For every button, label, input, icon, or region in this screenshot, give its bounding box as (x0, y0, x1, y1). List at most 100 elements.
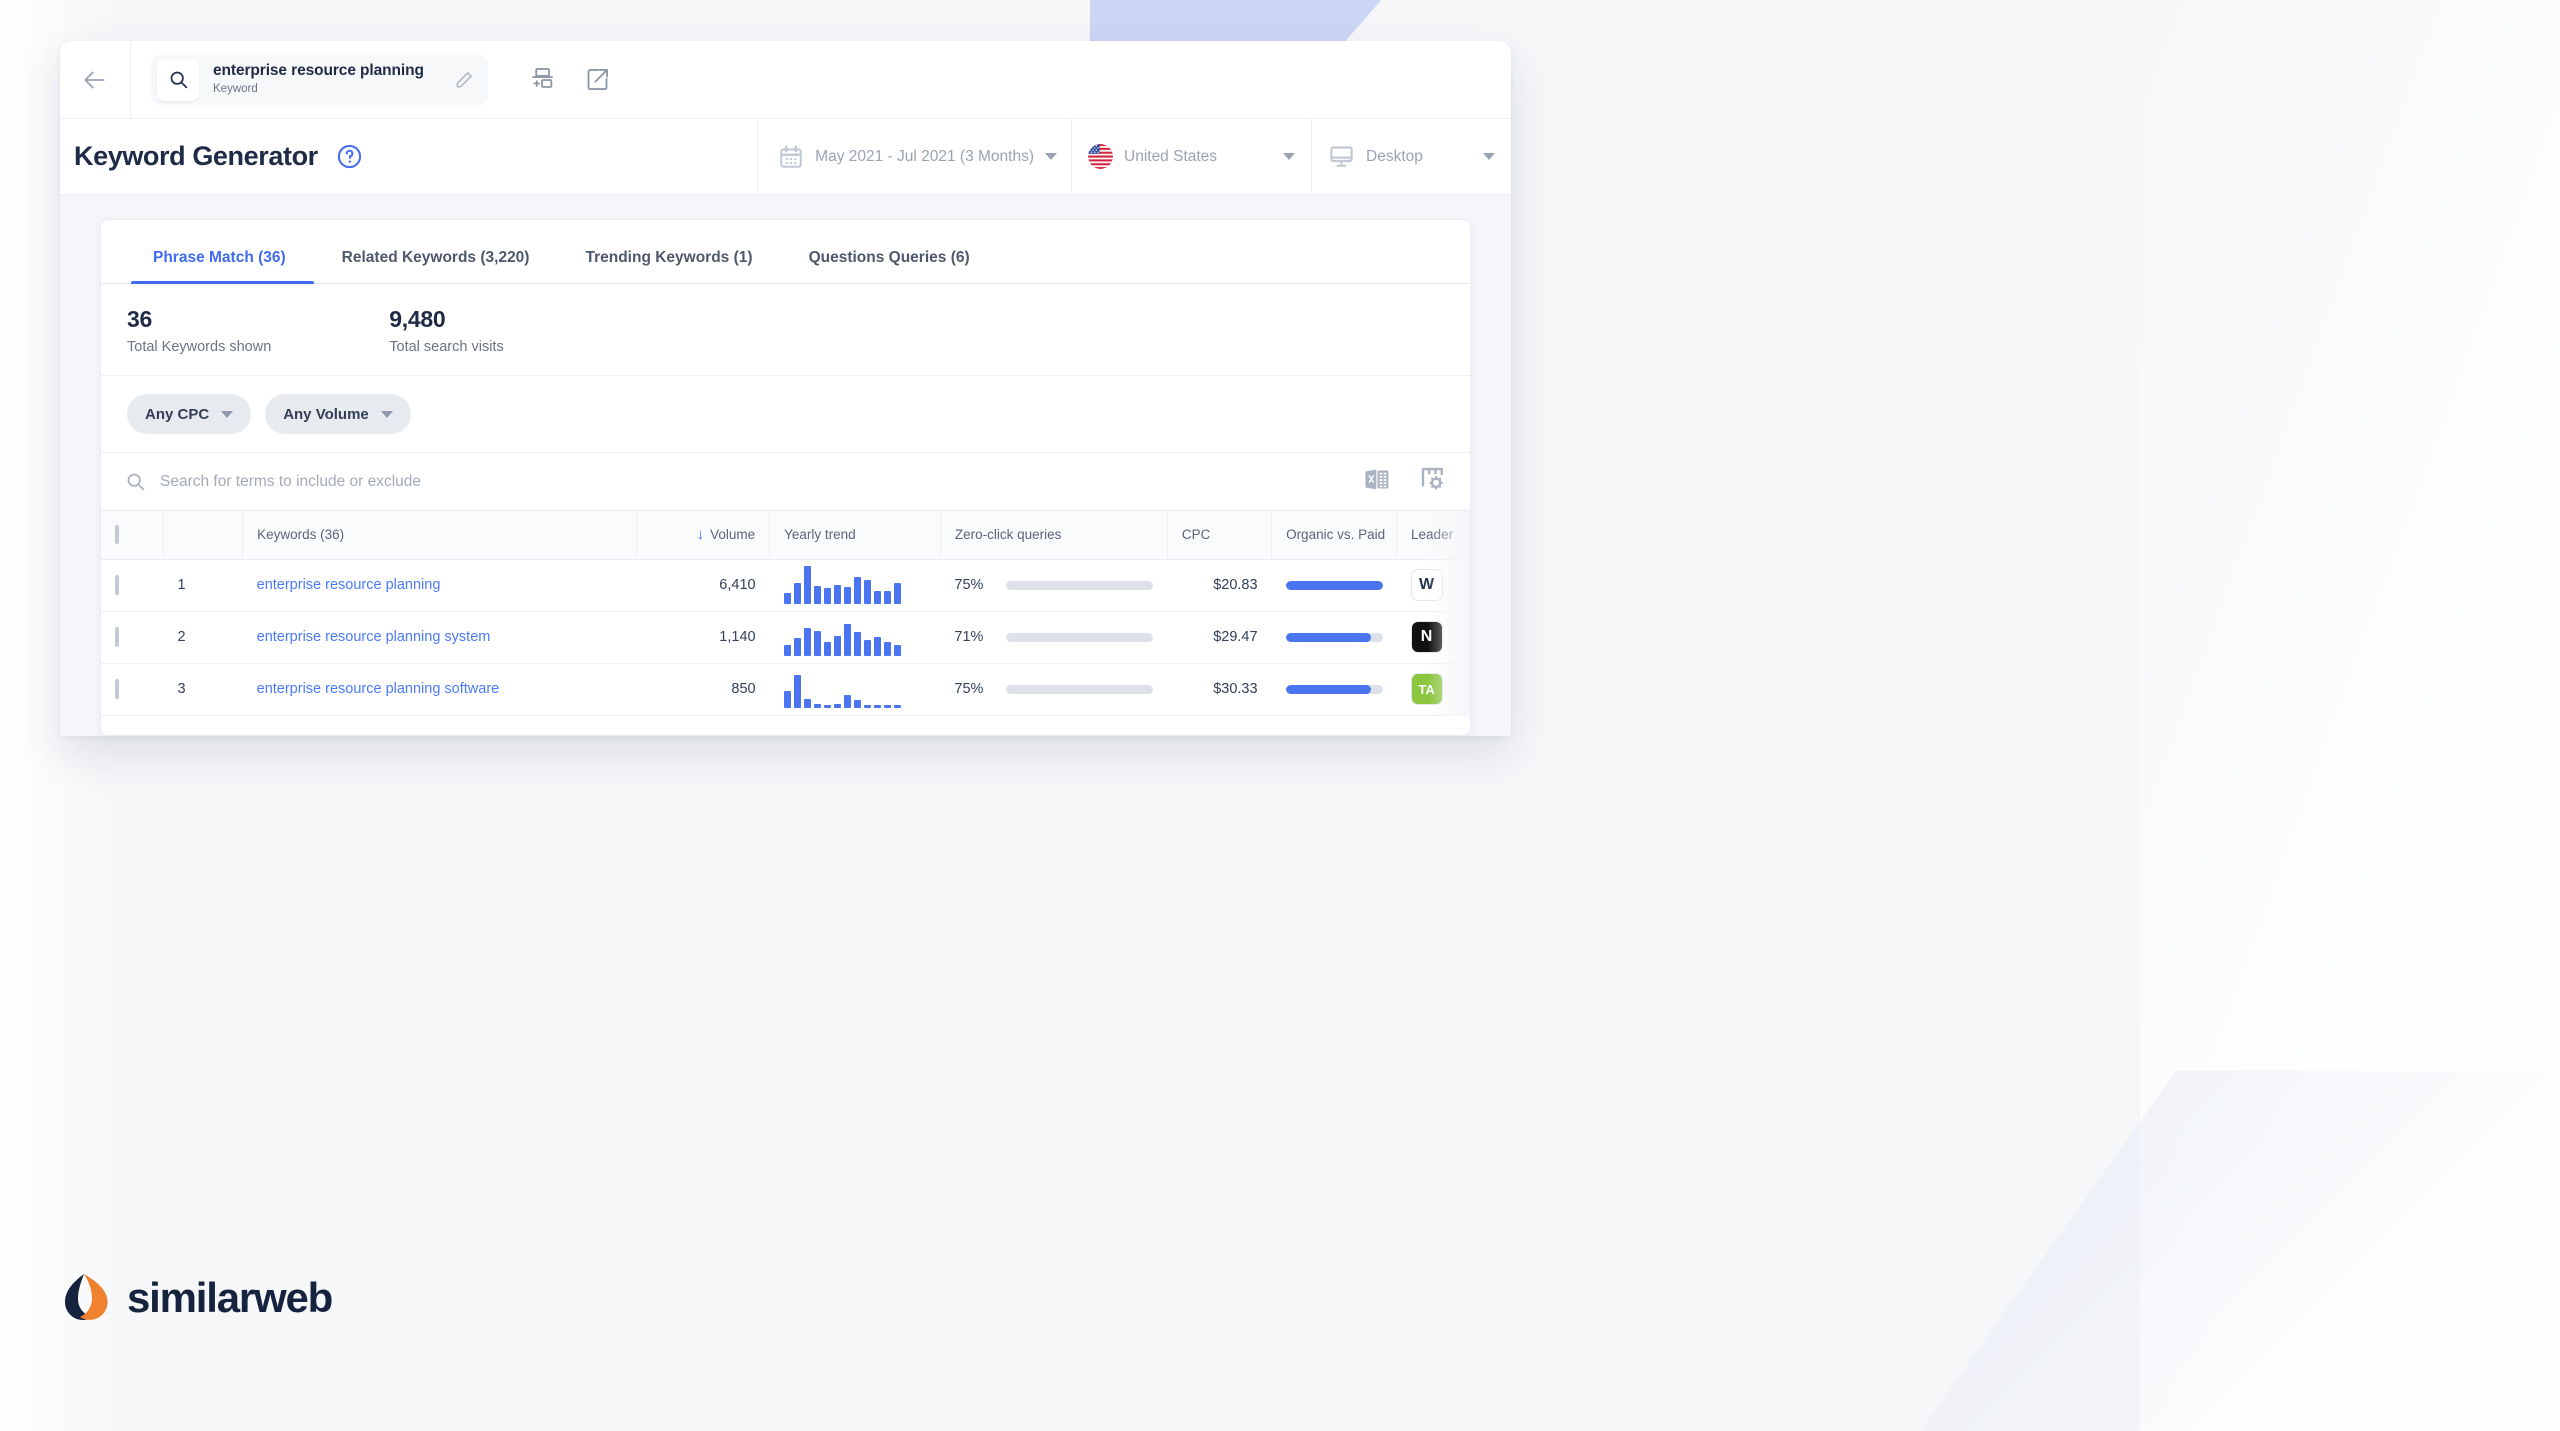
row-trend-cell (769, 559, 941, 612)
row-trend-cell (769, 611, 941, 664)
open-external-button[interactable] (584, 66, 611, 93)
yearly-trend-sparkline (783, 566, 927, 604)
add-to-compare-button[interactable] (528, 66, 556, 94)
header-select-all[interactable] (101, 511, 164, 560)
row-zero-click-cell: 71% (940, 611, 1168, 664)
header-leader[interactable]: Leader (1396, 511, 1470, 560)
trustradius-icon: TA (1410, 673, 1443, 705)
app-window: enterprise resource planning Keyword Key… (60, 41, 1511, 736)
keyword-link[interactable]: enterprise resource planning system (257, 629, 491, 645)
header-cpc[interactable]: CPC (1167, 511, 1273, 560)
row-cpc: $29.47 (1167, 611, 1272, 664)
search-icon (127, 473, 145, 491)
search-icon (170, 71, 187, 89)
tab-questions-queries[interactable]: Questions Queries (6) (781, 249, 998, 283)
filter-chip-volume[interactable]: Any Volume (265, 394, 411, 434)
header-zero-click[interactable]: Zero-click queries (940, 511, 1168, 560)
table-row[interactable]: 2 enterprise resource planning system 1,14… (101, 611, 1470, 664)
back-button[interactable] (60, 41, 131, 118)
tab-bar: Phrase Match (36) Related Keywords (3,22… (101, 220, 1470, 284)
similarweb-wordmark: similarweb (127, 1274, 333, 1321)
row-keyword-cell[interactable]: enterprise resource planning (242, 559, 637, 612)
keywords-panel: Phrase Match (36) Related Keywords (3,22… (100, 219, 1471, 736)
tab-phrase-match[interactable]: Phrase Match (36) (131, 249, 314, 284)
organic-vs-paid-bar (1285, 580, 1383, 590)
row-leader-cell[interactable]: TA (1396, 663, 1470, 716)
entity-subtitle: Keyword (213, 82, 258, 95)
table-row[interactable]: 1 enterprise resource planning 6,410 75% $20… (101, 559, 1470, 612)
row-checkbox[interactable] (115, 627, 119, 647)
keyword-link[interactable]: enterprise resource planning (257, 577, 441, 593)
similarweb-logo: similarweb (59, 1272, 333, 1324)
row-leader-cell[interactable]: N (1396, 611, 1470, 664)
add-to-compare-icon (532, 67, 553, 88)
zero-click-bar (1006, 632, 1154, 642)
row-volume: 850 (636, 663, 770, 716)
row-checkbox[interactable] (115, 575, 119, 595)
summary-stats: 36 Total Keywords shown 9,480 Total sear… (101, 284, 1470, 376)
stat-total-keywords: 36 Total Keywords shown (127, 306, 271, 355)
filter-chip-bar: Any CPC Any Volume (101, 376, 1470, 453)
device-label: Desktop (1366, 147, 1423, 165)
row-leader-cell[interactable]: W (1396, 559, 1470, 612)
keywords-table: Keywords (36) ↓ Volume Yearly trend Zero… (101, 511, 1470, 716)
row-keyword-cell[interactable]: enterprise resource planning system (242, 611, 637, 664)
table-settings-button[interactable] (1418, 464, 1448, 499)
search-input[interactable]: Search for terms to include or exclude (125, 471, 1363, 492)
chevron-down-icon (221, 410, 234, 418)
stat-value: 36 (127, 306, 152, 332)
edit-keyword-button[interactable] (454, 70, 474, 90)
row-organic-vs-paid-cell (1271, 559, 1397, 612)
header-organic-vs-paid[interactable]: Organic vs. Paid (1271, 511, 1398, 560)
chip-label: Any Volume (283, 405, 369, 423)
yearly-trend-sparkline (783, 618, 927, 656)
tab-trending-keywords[interactable]: Trending Keywords (1) (557, 249, 780, 283)
search-icon-box (157, 58, 199, 101)
chevron-down-icon (380, 410, 393, 418)
filter-chip-cpc[interactable]: Any CPC (127, 394, 252, 434)
wikipedia-icon: W (1410, 569, 1443, 601)
entity-search-pill[interactable]: enterprise resource planning Keyword (151, 54, 488, 105)
zero-click-bar (1006, 580, 1154, 590)
header-volume[interactable]: ↓ Volume (636, 511, 771, 560)
row-organic-vs-paid-cell (1271, 663, 1397, 716)
row-checkbox-cell[interactable] (101, 559, 164, 612)
tab-related-keywords[interactable]: Related Keywords (3,220) (314, 249, 558, 283)
device-filter[interactable]: Desktop (1311, 119, 1511, 194)
excel-export-icon (1365, 469, 1389, 489)
row-rank: 3 (163, 663, 243, 716)
stat-total-visits: 9,480 Total search visits (389, 306, 503, 355)
background-shape-bottom (1920, 1071, 2560, 1431)
pencil-icon (456, 71, 472, 87)
top-toolbar: enterprise resource planning Keyword (60, 41, 1511, 119)
country-filter[interactable]: United States (1071, 119, 1311, 194)
stat-label: Total Keywords shown (127, 339, 272, 355)
us-flag-icon (1088, 144, 1113, 169)
excel-export-button[interactable] (1363, 465, 1392, 499)
page-header: Keyword Generator May 2021 - Jul 2021 (3… (60, 119, 1511, 195)
help-button[interactable] (336, 143, 363, 170)
row-cpc: $20.83 (1167, 559, 1272, 612)
header-keywords[interactable]: Keywords (36) (242, 511, 637, 560)
arrow-left-icon (84, 70, 105, 89)
yearly-trend-sparkline (783, 670, 927, 708)
sort-desc-icon: ↓ (696, 526, 705, 544)
stat-value: 9,480 (389, 306, 446, 332)
select-all-checkbox[interactable] (115, 525, 119, 545)
similarweb-mark-icon (65, 1274, 108, 1320)
table-row[interactable]: 3 enterprise resource planning software 85… (101, 663, 1470, 716)
organic-vs-paid-bar (1285, 684, 1383, 694)
calendar-icon (780, 145, 802, 168)
keyword-link[interactable]: enterprise resource planning software (257, 681, 500, 697)
row-cpc: $30.33 (1167, 663, 1272, 716)
chip-label: Any CPC (145, 405, 210, 423)
row-zero-click-cell: 75% (940, 559, 1168, 612)
row-keyword-cell[interactable]: enterprise resource planning software (242, 663, 637, 716)
row-checkbox-cell[interactable] (101, 611, 164, 664)
desktop-icon (1330, 146, 1353, 167)
date-range-filter[interactable]: May 2021 - Jul 2021 (3 Months) (757, 119, 1071, 194)
row-checkbox[interactable] (115, 679, 119, 699)
row-checkbox-cell[interactable] (101, 663, 164, 716)
header-yearly-trend[interactable]: Yearly trend (769, 511, 941, 560)
question-circle-icon (337, 144, 361, 169)
